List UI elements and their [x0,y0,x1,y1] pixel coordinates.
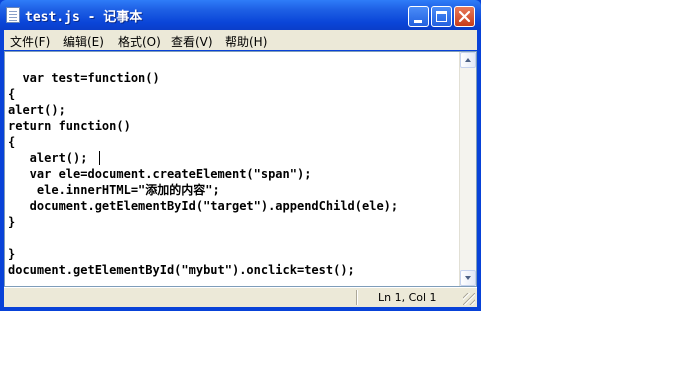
minimize-button[interactable] [408,6,429,27]
code-line: } [8,247,16,261]
code-line: document.getElementById("mybut").onclick… [8,263,355,277]
code-line: { [8,87,16,101]
menu-view[interactable]: 查看(V) [171,33,213,50]
notepad-window: test.js - 记事本 文件(F) 编辑(E) 格式(O) 查看(V) 帮助… [0,0,481,311]
code-line: alert(); [8,103,66,117]
scroll-up-button[interactable] [460,52,476,68]
status-bar: Ln 1, Col 1 [4,287,477,307]
resize-grip-icon[interactable] [463,293,475,305]
close-icon [458,10,471,23]
code-line: ele.innerHTML="添加的内容"; [8,183,220,197]
menu-help[interactable]: 帮助(H) [225,33,267,50]
title-bar[interactable]: test.js - 记事本 [0,0,481,30]
code-line: return function() [8,119,131,133]
code-line: var test=function() [8,71,160,85]
code-line: { [8,135,16,149]
text-caret [99,151,100,165]
maximize-icon [436,11,447,22]
menu-edit[interactable]: 编辑(E) [63,33,104,50]
maximize-button[interactable] [431,6,452,27]
menu-bar: 文件(F) 编辑(E) 格式(O) 查看(V) 帮助(H) [4,30,477,50]
code-line: } [8,215,16,229]
status-divider [356,290,358,305]
code-line: var ele=document.createElement("span"); [8,167,312,181]
window-title: test.js - 记事本 [25,10,143,25]
minimize-icon [414,20,422,23]
menu-format[interactable]: 格式(O) [118,33,161,50]
chevron-down-icon [465,276,471,280]
notepad-icon[interactable] [6,7,20,23]
close-button[interactable] [454,6,475,27]
cursor-position: Ln 1, Col 1 [378,291,437,304]
text-editor[interactable]: var test=function() { alert(); return fu… [4,51,477,287]
code-line: alert(); [8,151,88,165]
code-line: document.getElementById("target").append… [8,199,399,213]
vertical-scrollbar[interactable] [459,52,476,286]
chevron-up-icon [465,58,471,62]
scroll-down-button[interactable] [460,270,476,286]
menu-file[interactable]: 文件(F) [10,33,50,50]
